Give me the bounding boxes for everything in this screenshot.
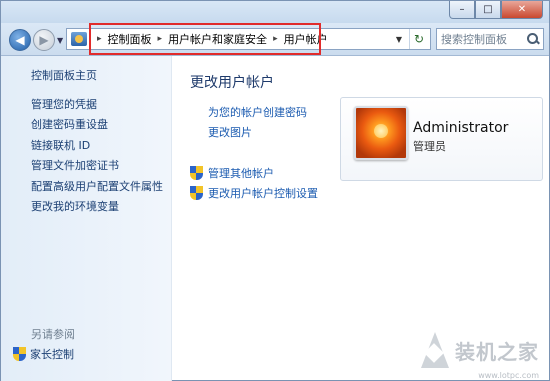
search-box[interactable]: 搜索控制面板 xyxy=(436,28,544,50)
manage-credentials-link[interactable]: 管理您的凭据 xyxy=(31,96,97,112)
user-avatar[interactable] xyxy=(354,106,408,160)
address-dropdown-icon[interactable]: ▼ xyxy=(392,29,406,49)
breadcrumb-separator[interactable]: ▸ xyxy=(158,34,163,44)
forward-arrow-icon: ▶ xyxy=(39,33,49,47)
back-arrow-icon: ◀ xyxy=(15,33,25,47)
uac-shield-icon xyxy=(190,166,203,180)
change-picture-link[interactable]: 更改图片 xyxy=(208,124,252,140)
history-dropdown-icon[interactable]: ▼ xyxy=(57,36,63,45)
user-name: Administrator xyxy=(413,120,509,136)
breadcrumb-control-panel[interactable]: 控制面板 xyxy=(108,31,152,47)
manage-other-accounts-link[interactable]: 管理其他帐户 xyxy=(190,165,274,181)
control-panel-window: – □ ✕ ◀ ▶ ▼ ▸ 控制面板 ▸ 用户帐户和家庭安全 ▸ 用户帐户 ▼ … xyxy=(0,0,550,381)
breadcrumb-user-accounts-family-safety[interactable]: 用户帐户和家庭安全 xyxy=(168,31,267,47)
create-password-link[interactable]: 为您的帐户创建密码 xyxy=(208,104,307,120)
breadcrumb-separator[interactable]: ▸ xyxy=(97,34,102,44)
see-also-label: 另请参阅 xyxy=(31,328,75,341)
forward-button[interactable]: ▶ xyxy=(33,29,55,51)
back-button[interactable]: ◀ xyxy=(9,29,31,51)
site-watermark: 装机之家 xyxy=(411,328,539,372)
create-password-reset-disk-link[interactable]: 创建密码重设盘 xyxy=(31,116,108,132)
link-online-id-link[interactable]: 链接联机 ID xyxy=(31,137,90,153)
uac-shield-icon xyxy=(190,186,203,200)
title-bar: – □ ✕ xyxy=(1,1,549,23)
breadcrumb-separator[interactable]: ▸ xyxy=(273,34,278,44)
minimize-button[interactable]: – xyxy=(449,1,475,19)
control-panel-icon xyxy=(71,32,87,46)
parental-controls-link[interactable]: 家长控制 xyxy=(13,346,74,362)
watermark-url: www.lotpc.com xyxy=(478,371,539,380)
page-title: 更改用户帐户 xyxy=(190,75,274,91)
user-account-card: Administrator 管理员 xyxy=(340,97,543,181)
configure-profile-properties-link[interactable]: 配置高级用户配置文件属性 xyxy=(31,178,163,194)
left-navigation-pane: 控制面板主页 管理您的凭据 创建密码重设盘 链接联机 ID 管理文件加密证书 配… xyxy=(1,56,172,381)
search-icon[interactable] xyxy=(526,32,540,46)
uac-shield-icon xyxy=(13,347,26,361)
parental-controls-label: 家长控制 xyxy=(30,348,74,361)
address-bar[interactable]: ▸ 控制面板 ▸ 用户帐户和家庭安全 ▸ 用户帐户 ▼ ↻ xyxy=(66,28,431,50)
change-environment-variables-link[interactable]: 更改我的环境变量 xyxy=(31,198,119,214)
change-uac-settings-link[interactable]: 更改用户帐户控制设置 xyxy=(190,185,318,201)
manage-other-accounts-label: 管理其他帐户 xyxy=(208,167,274,180)
control-panel-home-link[interactable]: 控制面板主页 xyxy=(31,67,97,83)
user-role: 管理员 xyxy=(413,140,446,153)
manage-encryption-certificates-link[interactable]: 管理文件加密证书 xyxy=(31,157,119,173)
refresh-icon[interactable]: ↻ xyxy=(409,29,428,49)
watermark-logo-icon xyxy=(411,328,455,372)
breadcrumb-user-accounts[interactable]: 用户帐户 xyxy=(284,31,328,47)
watermark-text: 装机之家 xyxy=(455,339,539,364)
search-input[interactable]: 搜索控制面板 xyxy=(441,31,526,47)
navigation-bar: ◀ ▶ ▼ ▸ 控制面板 ▸ 用户帐户和家庭安全 ▸ 用户帐户 ▼ ↻ 搜索控制… xyxy=(1,23,549,56)
maximize-button[interactable]: □ xyxy=(475,1,501,19)
caption-buttons: – □ ✕ xyxy=(449,1,543,19)
change-uac-settings-label: 更改用户帐户控制设置 xyxy=(208,187,318,200)
close-button[interactable]: ✕ xyxy=(501,1,543,19)
